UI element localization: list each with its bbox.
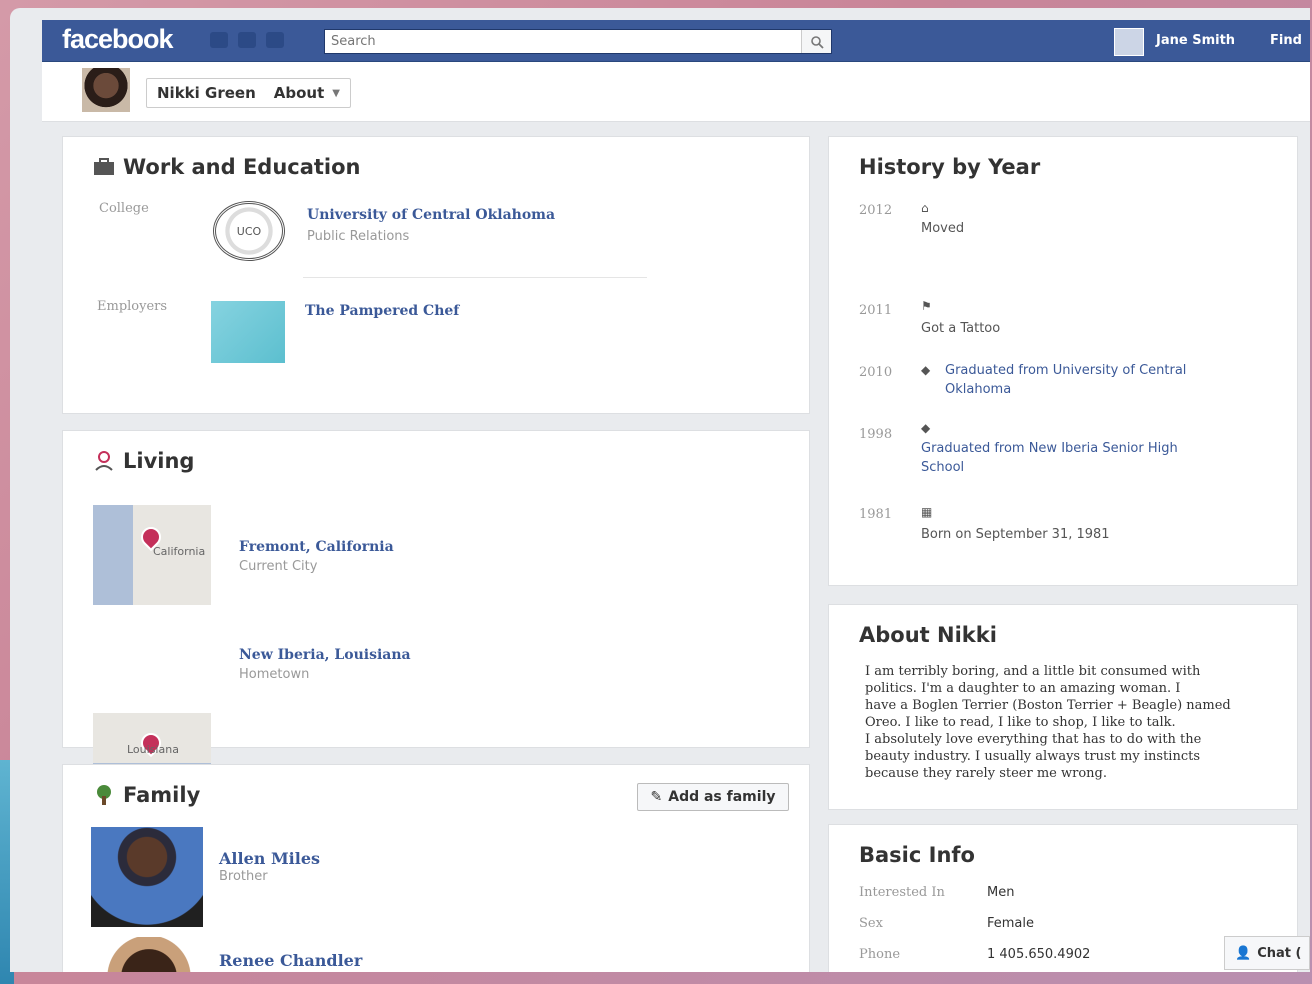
profile-breadcrumb: Nikki Green About ▼: [146, 78, 351, 108]
history-year: 2010: [859, 365, 893, 380]
profile-picture[interactable]: [82, 68, 130, 112]
briefcase-icon: [94, 158, 114, 175]
search-input[interactable]: [325, 30, 795, 53]
search-button[interactable]: [801, 30, 831, 53]
graduation-cap-icon: ◆: [921, 421, 931, 435]
facebook-logo[interactable]: facebook: [62, 24, 174, 55]
graduation-cap-icon: ◆: [921, 363, 931, 377]
history-year: 1998: [859, 427, 893, 442]
browser-frame: facebook Jane Smith Find Nikki Green Abo…: [10, 8, 1310, 972]
messages-icon[interactable]: [238, 32, 256, 48]
profile-header: Nikki Green About ▼: [42, 62, 1310, 122]
info-value: Men: [987, 885, 1015, 900]
college-label: College: [99, 201, 149, 216]
pencil-icon: ✎: [650, 789, 663, 805]
info-value: Female: [987, 916, 1035, 931]
history-title: History by Year: [859, 155, 1041, 179]
map-label: California: [153, 545, 206, 558]
house-icon: ⌂: [921, 201, 929, 215]
family-title: Family: [93, 783, 200, 807]
info-value: 1 405.650.4902: [987, 947, 1091, 962]
person-pin-icon: [95, 451, 113, 471]
calendar-icon: ▦: [921, 505, 933, 519]
add-as-family-button[interactable]: ✎ Add as family: [637, 783, 789, 811]
info-label: Interested In: [859, 885, 945, 900]
about-title: About Nikki: [859, 623, 997, 647]
family-member-name[interactable]: Allen Miles: [219, 849, 320, 868]
living-title: Living: [93, 449, 194, 473]
history-event-text: Moved: [921, 221, 965, 236]
basic-info-title: Basic Info: [859, 843, 975, 867]
family-member-photo[interactable]: [93, 937, 205, 972]
family-card: Family ✎ Add as family Allen Miles Broth…: [62, 764, 810, 972]
info-label: Sex: [859, 916, 883, 931]
tree-icon: [97, 785, 111, 805]
user-avatar[interactable]: [1114, 28, 1144, 56]
hometown-label: Hometown: [239, 667, 310, 682]
flag-icon: ⚑: [921, 299, 932, 313]
notifications-icon[interactable]: [266, 32, 284, 48]
family-member-relation: Brother: [219, 869, 268, 884]
family-member-name[interactable]: Renee Chandler: [219, 951, 362, 970]
user-name-link[interactable]: Jane Smith: [1156, 33, 1235, 48]
university-seal-image: UCO: [213, 201, 285, 261]
profile-name-link[interactable]: Nikki Green: [157, 84, 256, 102]
map-thumbnail-california[interactable]: California: [93, 505, 211, 605]
info-label: Phone: [859, 947, 901, 962]
college-concentration: Public Relations: [307, 229, 410, 244]
history-year: 2012: [859, 203, 893, 218]
history-event-text: Got a Tattoo: [921, 321, 1001, 336]
history-year: 2011: [859, 303, 893, 318]
find-friends-link[interactable]: Find: [1270, 33, 1302, 48]
current-city-label: Current City: [239, 559, 318, 574]
section-selector[interactable]: About: [274, 84, 325, 102]
chat-icon: 👤: [1235, 945, 1252, 961]
about-card: About Nikki I am terribly boring, and a …: [828, 604, 1298, 810]
top-navigation-bar: facebook Jane Smith Find: [42, 20, 1310, 62]
employer-logo-image: [211, 301, 285, 363]
chat-button[interactable]: 👤 Chat (: [1224, 936, 1310, 970]
friend-requests-icon[interactable]: [210, 32, 228, 48]
about-text: I am terribly boring, and a little bit c…: [865, 664, 1231, 781]
hometown-link[interactable]: New Iberia, Louisiana: [239, 647, 411, 663]
employer-link[interactable]: The Pampered Chef: [305, 303, 459, 319]
notification-jewels: [210, 32, 284, 48]
map-label: Louisiana: [127, 743, 179, 756]
history-event-link[interactable]: Graduated from University of Central Okl…: [945, 361, 1235, 399]
history-event-link[interactable]: Graduated from New Iberia Senior High Sc…: [921, 439, 1221, 477]
history-event-text: Born on September 31, 1981: [921, 527, 1110, 542]
living-card: Living California Fremont, California Cu…: [62, 430, 810, 813]
search-box: [324, 29, 832, 54]
college-link[interactable]: University of Central Oklahoma: [307, 207, 555, 223]
current-city-link[interactable]: Fremont, California: [239, 539, 394, 555]
divider: [303, 277, 647, 278]
employers-label: Employers: [97, 299, 168, 314]
search-icon: [810, 35, 824, 49]
work-education-title: Work and Education: [93, 155, 361, 179]
history-card: History by Year 2012 ⌂ Moved 2011 ⚑ Got …: [828, 136, 1298, 586]
work-education-card: Work and Education College UCO Universit…: [62, 136, 810, 414]
family-member-photo[interactable]: [91, 827, 203, 927]
chevron-down-icon[interactable]: ▼: [332, 88, 340, 99]
history-year: 1981: [859, 507, 893, 522]
